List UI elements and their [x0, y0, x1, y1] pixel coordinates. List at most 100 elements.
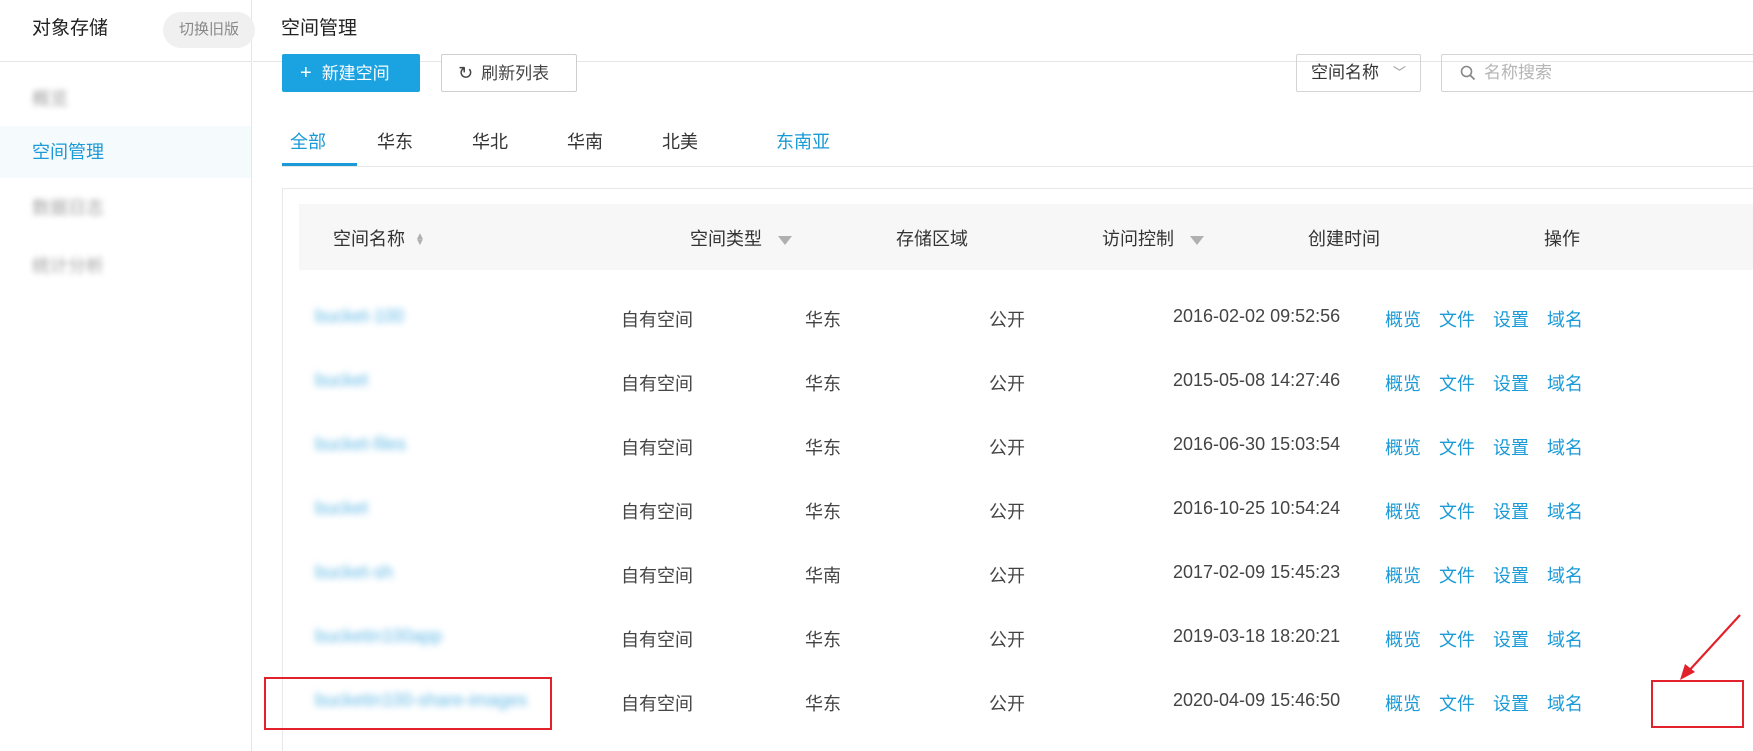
filter-icon[interactable] [1190, 235, 1204, 245]
settings-link[interactable]: 设置 [1493, 374, 1529, 394]
domain-link[interactable]: 域名 [1547, 438, 1583, 458]
new-bucket-label: 新建空间 [321, 64, 390, 83]
filter-icon[interactable] [778, 235, 792, 245]
column-label: 空间类型 [690, 229, 762, 249]
refresh-list-button[interactable]: ↻ 刷新列表 [441, 54, 577, 92]
cell-created-time: 2016-02-02 09:52:56 [1173, 306, 1341, 326]
column-header-name[interactable]: 空间名称 ▲ ▼ [333, 225, 425, 251]
overview-link[interactable]: 概览 [1385, 374, 1421, 394]
domain-link[interactable]: 域名 [1547, 630, 1583, 650]
sort-icon[interactable]: ▲ ▼ [415, 232, 425, 248]
bucket-name-link[interactable]: bucketin100app [315, 626, 442, 647]
files-link[interactable]: 文件 [1439, 502, 1475, 522]
column-label: 访问控制 [1102, 229, 1174, 249]
sidebar-item-bucket-management[interactable]: 空间管理 [0, 126, 251, 178]
sidebar-item-logs[interactable]: 数据日志 [0, 182, 251, 234]
column-header-type: 空间类型 [690, 225, 792, 251]
search-input[interactable] [1484, 61, 1744, 85]
cell-bucket-type: 自有空间 [621, 630, 693, 650]
cell-bucket-type: 自有空间 [621, 694, 693, 714]
column-header-access: 访问控制 [1102, 225, 1204, 251]
settings-link[interactable]: 设置 [1493, 566, 1529, 586]
refresh-icon: ↻ [458, 63, 474, 83]
overview-link[interactable]: 概览 [1385, 438, 1421, 458]
sidebar-item-statistics[interactable]: 统计分析 [0, 240, 251, 292]
search-box [1441, 54, 1753, 92]
bucket-name-link[interactable]: bucket-sh [315, 562, 393, 583]
overview-link[interactable]: 概览 [1385, 310, 1421, 330]
cell-region: 华东 [805, 374, 841, 394]
tab-north-america[interactable]: 北美 [662, 128, 698, 154]
settings-link[interactable]: 设置 [1493, 630, 1529, 650]
row-actions: 概览 文件 设置 域名 [1385, 562, 1583, 588]
files-link[interactable]: 文件 [1439, 310, 1475, 330]
tab-east-china[interactable]: 华东 [377, 128, 413, 154]
refresh-label: 刷新列表 [481, 64, 550, 83]
cell-access-control: 公开 [989, 566, 1025, 586]
tab-north-china[interactable]: 华北 [472, 128, 508, 154]
table-row: bucket-100 自有空间 华东 公开 2016-02-02 09:52:56 概览文… [283, 284, 1753, 351]
domain-link[interactable]: 域名 [1547, 694, 1583, 714]
domain-link[interactable]: 域名 [1547, 310, 1583, 330]
search-field-select[interactable]: 空间名称 ﹀ [1296, 54, 1421, 92]
settings-link[interactable]: 设置 [1493, 694, 1529, 714]
cell-bucket-type: 自有空间 [621, 374, 693, 394]
sidebar: 对象存储 切换旧版 概览 空间管理 数据日志 统计分析 [0, 0, 255, 751]
bucket-name-link[interactable]: bucket [315, 370, 368, 391]
new-bucket-button[interactable]: + 新建空间 [282, 54, 420, 92]
cell-access-control: 公开 [989, 694, 1025, 714]
annotation-highlight-domain [1651, 680, 1744, 728]
cell-created-time: 2016-10-25 10:54:24 [1173, 498, 1341, 518]
cell-created-time: 2015-05-08 14:27:46 [1173, 370, 1341, 390]
row-actions: 概览 文件 设置 域名 [1385, 370, 1583, 396]
column-header-region: 存储区域 [896, 229, 968, 249]
table-header: 空间名称 ▲ ▼ 空间类型 存储区域 访问控制 创建时间 操作 [299, 204, 1753, 270]
cell-access-control: 公开 [989, 502, 1025, 522]
tab-south-china[interactable]: 华南 [567, 128, 603, 154]
cell-access-control: 公开 [989, 630, 1025, 650]
settings-link[interactable]: 设置 [1493, 502, 1529, 522]
cell-bucket-type: 自有空间 [621, 438, 693, 458]
tab-all[interactable]: 全部 [290, 128, 326, 154]
settings-link[interactable]: 设置 [1493, 310, 1529, 330]
page-title: 空间管理 [281, 18, 358, 39]
domain-link[interactable]: 域名 [1547, 502, 1583, 522]
tab-southeast-asia[interactable]: 东南亚 [776, 128, 830, 154]
files-link[interactable]: 文件 [1439, 438, 1475, 458]
overview-link[interactable]: 概览 [1385, 630, 1421, 650]
column-header-actions: 操作 [1544, 229, 1580, 249]
files-link[interactable]: 文件 [1439, 694, 1475, 714]
row-actions: 概览 文件 设置 域名 [1385, 306, 1583, 332]
cell-region: 华东 [805, 694, 841, 714]
switch-old-version-button[interactable]: 切换旧版 [163, 12, 255, 48]
annotation-highlight-name [264, 677, 552, 730]
table-row: bucket 自有空间 华东 公开 2015-05-08 14:27:46 概览 文件 设置域… [283, 348, 1753, 415]
sidebar-item-overview[interactable]: 概览 [0, 73, 251, 125]
bucket-table: 空间名称 ▲ ▼ 空间类型 存储区域 访问控制 创建时间 操作 bucket-100… [282, 188, 1753, 751]
settings-link[interactable]: 设置 [1493, 438, 1529, 458]
bucket-name-link[interactable]: bucket [315, 498, 368, 519]
sidebar-item-label: 统计分析 [32, 256, 104, 276]
sidebar-header: 对象存储 切换旧版 [0, 0, 255, 62]
files-link[interactable]: 文件 [1439, 374, 1475, 394]
cell-created-time: 2017-02-09 15:45:23 [1173, 562, 1341, 582]
overview-link[interactable]: 概览 [1385, 502, 1421, 522]
cell-created-time: 2019-03-18 18:20:21 [1173, 626, 1341, 646]
domain-link[interactable]: 域名 [1547, 566, 1583, 586]
files-link[interactable]: 文件 [1439, 630, 1475, 650]
table-row: bucketin100app 自有空间 华东 公开 2019-03-18 18:20:2… [283, 604, 1753, 671]
cell-access-control: 公开 [989, 438, 1025, 458]
files-link[interactable]: 文件 [1439, 566, 1475, 586]
overview-link[interactable]: 概览 [1385, 694, 1421, 714]
bucket-name-link[interactable]: bucket-files [315, 434, 406, 455]
sidebar-item-label: 数据日志 [32, 198, 104, 218]
domain-link[interactable]: 域名 [1547, 374, 1583, 394]
plus-icon: + [300, 62, 312, 84]
overview-link[interactable]: 概览 [1385, 566, 1421, 586]
annotation-arrow-icon [1680, 614, 1741, 680]
cell-access-control: 公开 [989, 310, 1025, 330]
bucket-name-link[interactable]: bucket-100 [315, 306, 404, 327]
cell-bucket-type: 自有空间 [621, 310, 693, 330]
table-row: bucket 自有空间 华东 公开 2016-10-25 10:54:24 概览 文件 设置域… [283, 476, 1753, 543]
cell-region: 华东 [805, 630, 841, 650]
